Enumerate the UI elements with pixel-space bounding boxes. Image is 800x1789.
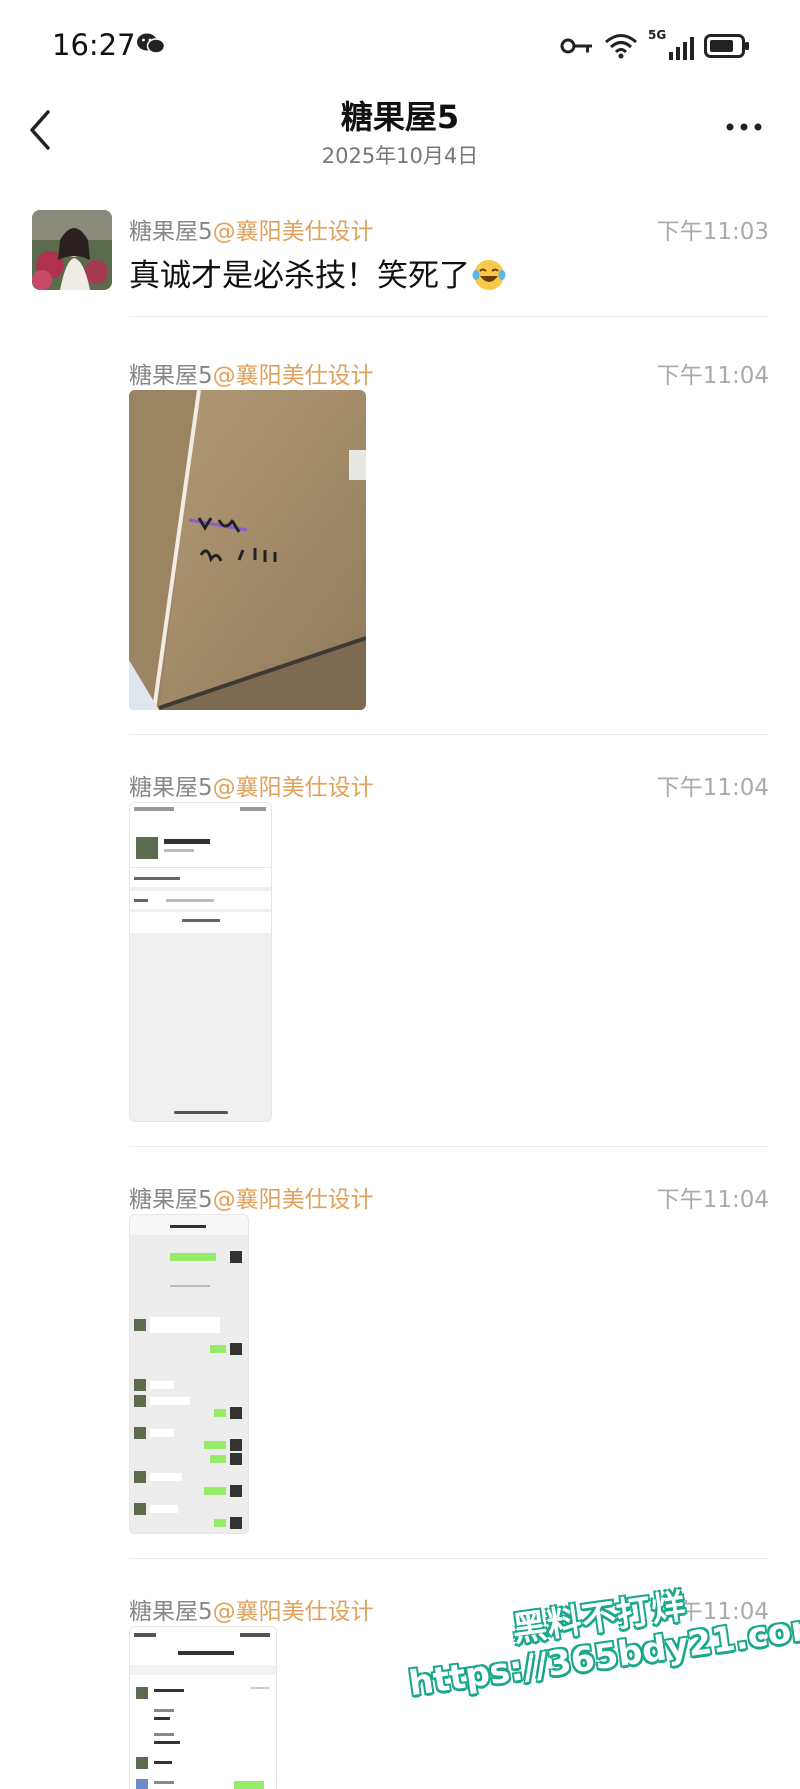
chat-date: 2025年10月4日	[321, 144, 479, 168]
message-divider	[129, 734, 769, 735]
laughing-tears-emoji-icon	[472, 260, 506, 290]
key-icon	[560, 38, 592, 54]
image-message[interactable]	[129, 390, 366, 710]
message-time: 下午11:04	[656, 775, 769, 801]
status-time: 16:27	[52, 28, 136, 62]
watermark-overlay: 黑料不打烊 https://365bdy21.com	[400, 1559, 800, 1704]
message-item: 糖果屋5@襄阳美仕设计 下午11:04	[129, 1180, 769, 1213]
message-divider	[129, 1558, 769, 1559]
message-text: 真诚才是必杀技！笑死了	[129, 250, 506, 295]
screenshot-message[interactable]	[129, 1626, 277, 1789]
network-label: 5G	[648, 28, 667, 42]
signal-5g-icon: 5G	[648, 28, 694, 60]
more-options-icon[interactable]	[724, 120, 764, 134]
wechat-icon	[137, 33, 166, 54]
status-bar: 16:27 5G	[0, 0, 800, 90]
message-item[interactable]: 糖果屋5@襄阳美仕设计 下午11:03 真诚才是必杀技！笑死了	[129, 212, 769, 294]
message-time: 下午11:03	[656, 219, 769, 245]
screenshot-message[interactable]	[129, 802, 272, 1122]
battery-icon	[704, 34, 749, 58]
message-divider	[129, 316, 769, 317]
message-time: 下午11:04	[656, 1187, 769, 1213]
message-time: 下午11:04	[656, 363, 769, 389]
chat-title: 糖果屋5	[340, 98, 460, 136]
message-item: 糖果屋5@襄阳美仕设计 下午11:04	[129, 356, 769, 389]
screenshot-message[interactable]	[129, 1214, 249, 1534]
sender-avatar[interactable]	[32, 210, 112, 290]
message-divider	[129, 1146, 769, 1147]
message-item: 糖果屋5@襄阳美仕设计 下午11:04	[129, 768, 769, 801]
wifi-icon	[605, 34, 637, 59]
